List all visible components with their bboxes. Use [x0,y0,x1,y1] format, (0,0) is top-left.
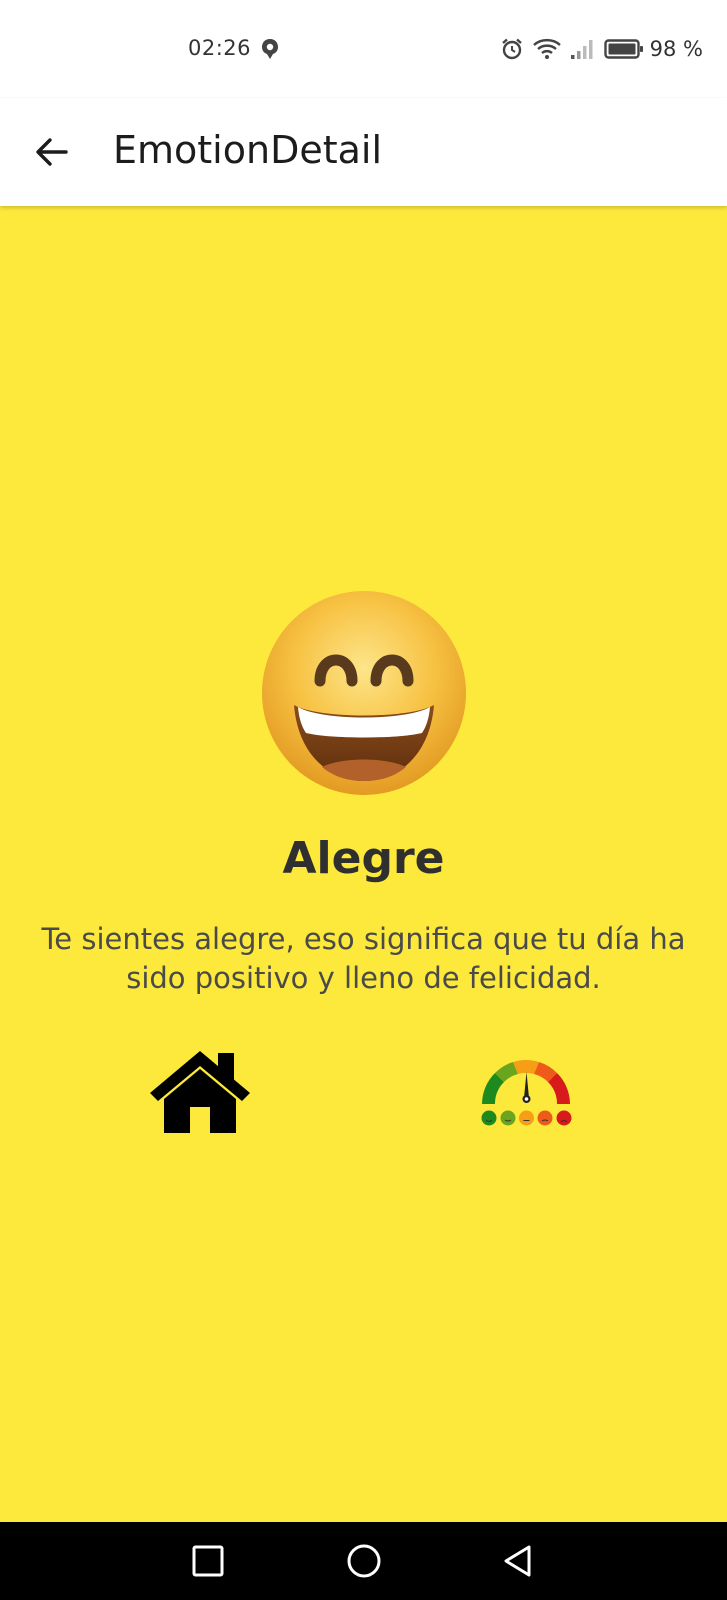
emotion-meter-icon [481,1060,572,1126]
page-title: EmotionDetail [113,128,383,172]
home-button[interactable] [148,1047,252,1135]
home-nav-button[interactable] [343,1540,385,1582]
recents-button[interactable] [187,1540,229,1582]
emotion-description: Te sientes alegre, eso significa que tu … [41,922,686,995]
system-nav-bar [0,1522,727,1600]
emotion-name: Alegre [282,833,445,884]
emotion-content: Alegre Te sientes alegre, eso significa … [0,206,727,1522]
status-icons: 98 % [492,34,703,64]
battery-percent: 98 % [649,37,703,61]
status-bar: 02:26 98 % [0,0,727,98]
recents-square-icon [192,1545,224,1577]
home-circle-icon [347,1544,381,1578]
wifi-icon [532,38,561,59]
status-time: 02:26 [188,36,252,60]
notification-icon [262,39,278,59]
alarm-icon [501,38,522,60]
arrow-left-icon [36,138,68,166]
battery-icon [603,39,643,59]
grinning-face-smiling-eyes-icon [262,591,466,795]
emotion-meter-button[interactable] [478,1054,574,1134]
emotion-detail-screen: 02:26 98 % EmotionDetail Alegre Te sient… [0,0,727,1600]
back-triangle-icon [504,1545,531,1577]
home-icon [150,1051,250,1133]
signal-icon [570,40,593,59]
app-bar: EmotionDetail [0,98,727,206]
back-button[interactable] [28,128,76,176]
back-nav-button[interactable] [497,1540,539,1582]
